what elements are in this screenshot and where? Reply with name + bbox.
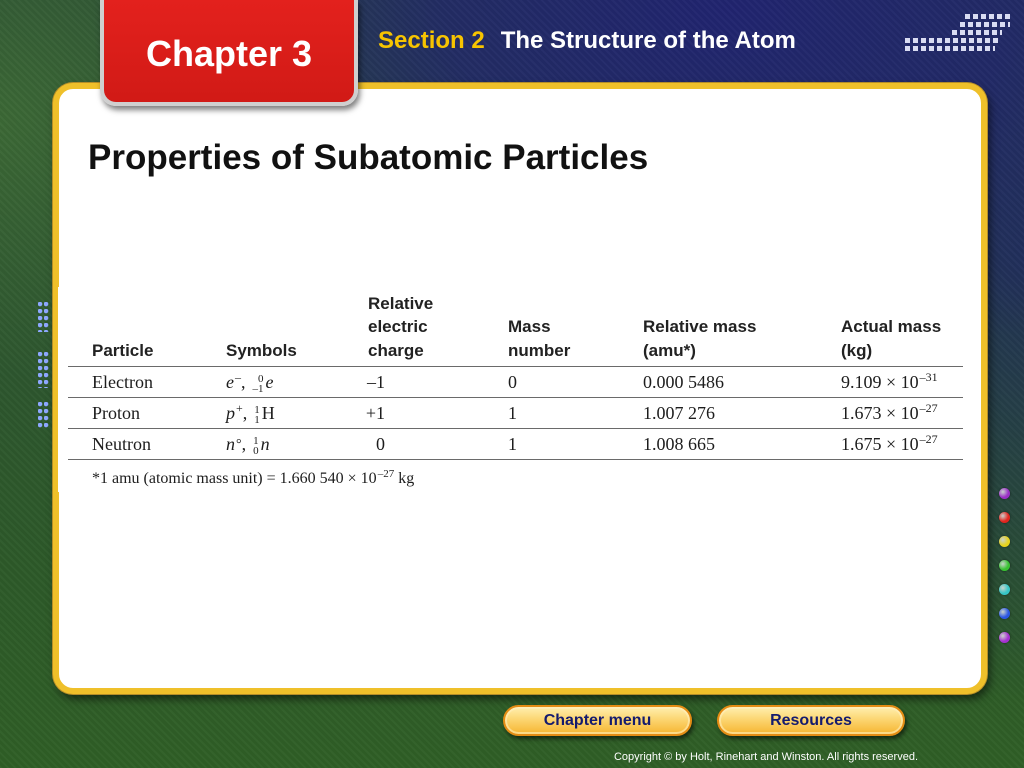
decorative-dot <box>999 608 1010 619</box>
nuclide-symbol: H <box>261 403 275 423</box>
footnote-text: *1 amu (atomic mass unit) = 1.660 540 × … <box>92 470 377 487</box>
nuclide-symbol: n <box>260 434 270 454</box>
header-line: Symbols <box>226 340 297 360</box>
square-grid-row <box>965 14 1010 19</box>
cell-relative-mass: 1.008 665 <box>643 434 715 454</box>
cell-actual-mass: 1.675 × 10–27 <box>841 429 938 459</box>
header-line: Mass <box>508 317 551 336</box>
decorative-dot <box>999 488 1010 499</box>
nuclear-notation-numbers: 0 –1 <box>252 373 264 395</box>
symbol-charge-mark: ° <box>236 437 242 452</box>
header-line: Particle <box>92 340 154 360</box>
symbol-separator: , <box>241 372 246 392</box>
nuclide-symbol: e <box>265 372 274 392</box>
header-line: Actual mass <box>841 317 942 336</box>
actual-mass-coefficient: 1.675 × 10 <box>841 434 919 454</box>
symbol-separator: , <box>242 403 248 423</box>
decorative-dot <box>999 560 1010 571</box>
side-square-group <box>38 352 50 388</box>
atomic-number-subscript: –1 <box>252 382 264 395</box>
cell-mass-number: 0 <box>508 372 517 392</box>
chapter-tab: Chapter 3 <box>100 0 358 106</box>
symbol-letter: n <box>226 434 235 454</box>
side-square-group <box>38 302 50 332</box>
actual-mass-exponent: –27 <box>919 401 938 415</box>
slide-title: Properties of Subatomic Particles <box>88 138 649 177</box>
actual-mass-coefficient: 9.109 × 10 <box>841 372 919 392</box>
cell-symbols: e–, 0 –1 e <box>226 367 274 397</box>
cell-relative-charge: 0 <box>376 434 385 454</box>
resources-button[interactable]: Resources <box>717 705 905 736</box>
decorative-dot <box>999 632 1010 643</box>
actual-mass-exponent: –31 <box>919 370 938 384</box>
section-number: Section 2 <box>378 27 485 54</box>
cell-mass-number: 1 <box>508 403 517 423</box>
cell-particle: Electron <box>92 372 153 392</box>
actual-mass-coefficient: 1.673 × 10 <box>841 403 919 423</box>
section-title: The Structure of the Atom <box>500 27 796 54</box>
header-line: Relative mass <box>643 317 757 336</box>
chapter-menu-button[interactable]: Chapter menu <box>503 705 692 736</box>
cell-symbols: n°, 1 0 n <box>226 429 270 459</box>
decorative-dot <box>999 512 1010 523</box>
cell-actual-mass: 9.109 × 10–31 <box>841 367 938 397</box>
cell-particle: Neutron <box>92 434 151 454</box>
header-line: Relative <box>368 293 434 313</box>
cell-actual-mass: 1.673 × 10–27 <box>841 398 938 428</box>
table-footnote: *1 amu (atomic mass unit) = 1.660 540 × … <box>92 468 414 490</box>
symbol-letter: e <box>226 372 234 392</box>
table-row: Neutron n°, 1 0 n 0 1 1.008 665 1.675 × 10–… <box>58 429 970 459</box>
table-row: Proton p+, 1 1 H +1 1 1.007 276 1.673 × 10–… <box>58 398 970 428</box>
nuclear-notation-numbers: 11 <box>254 404 260 426</box>
actual-mass-exponent: –27 <box>919 432 938 446</box>
chapter-label: Chapter 3 <box>145 33 313 74</box>
atomic-number-subscript: 1 <box>254 413 260 426</box>
column-header-actual-mass: Actual mass (kg) <box>841 291 941 362</box>
section-header: Section 2 The Structure of the Atom <box>378 26 796 56</box>
header-line: number <box>508 340 571 360</box>
cell-particle: Proton <box>92 403 141 423</box>
footnote-unit: kg <box>398 470 415 487</box>
symbol-letter: p <box>226 403 235 423</box>
header-line: (amu*) <box>643 340 696 360</box>
cell-relative-charge: +1 <box>365 403 385 423</box>
atomic-number-subscript: 0 <box>253 444 259 457</box>
square-grid-row <box>960 22 1010 27</box>
cell-mass-number: 1 <box>508 434 517 454</box>
header-line: electric <box>368 317 428 336</box>
square-grid-row <box>905 38 1000 43</box>
cell-relative-charge: –1 <box>367 372 385 392</box>
column-header-relative-mass: Relative mass (amu*) <box>643 291 756 362</box>
nuclear-notation-numbers: 10 <box>253 435 259 457</box>
copyright-notice: Copyright © by Holt, Rinehart and Winsto… <box>613 751 918 763</box>
column-header-particle: Particle <box>92 291 153 362</box>
cell-relative-mass: 0.000 5486 <box>643 372 724 392</box>
decorative-dot <box>999 536 1010 547</box>
column-header-mass-number: Mass number <box>508 291 570 362</box>
square-grid-row <box>905 46 995 51</box>
column-header-relative-charge: Relative electric charge <box>368 291 433 362</box>
square-grid-row <box>952 30 1002 35</box>
header-line: charge <box>368 340 424 360</box>
decorative-color-dots <box>999 488 1010 648</box>
subatomic-particles-table: Particle Symbols Relative electric charg… <box>58 287 970 492</box>
decorative-dot <box>999 584 1010 595</box>
symbol-charge-mark: + <box>236 401 243 415</box>
column-header-symbols: Symbols <box>226 291 297 362</box>
table-bottom-divider <box>68 459 963 460</box>
cell-relative-mass: 1.007 276 <box>643 403 715 423</box>
cell-symbols: p+, 1 1 H <box>226 398 275 428</box>
table-row: Electron e–, 0 –1 e –1 0 0.000 5486 9.109 ×… <box>58 367 970 397</box>
symbol-charge-mark: – <box>235 370 241 384</box>
side-square-group <box>38 402 50 430</box>
header-line: (kg) <box>841 340 873 360</box>
symbol-separator: , <box>241 434 247 454</box>
footnote-exponent: –27 <box>377 468 395 480</box>
